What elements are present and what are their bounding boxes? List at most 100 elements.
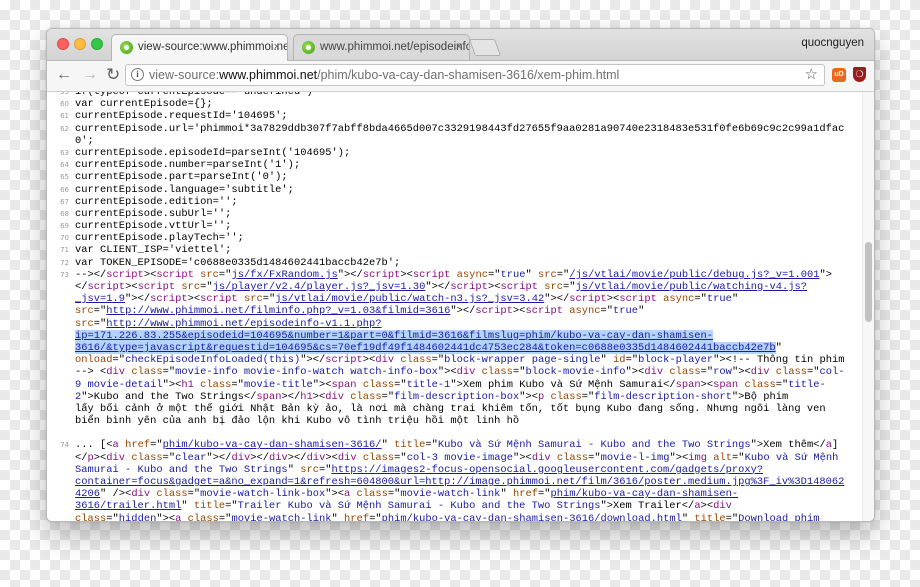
code-token: ">< xyxy=(731,366,751,379)
new-tab-button[interactable] xyxy=(468,39,502,56)
source-link[interactable]: container=focus&gadget=a&no_expand=1&ref… xyxy=(75,476,844,488)
source-line xyxy=(47,427,862,439)
ublock-extension-icon[interactable]: uD xyxy=(832,68,846,82)
tab-episodeinfo[interactable]: www.phimmoi.net/episodeinfo-v1.1.php × xyxy=(293,34,470,60)
code-token: div xyxy=(713,500,732,513)
code-token: currentEpisode.requestId='104695'; xyxy=(75,110,288,123)
code-token: class xyxy=(200,378,232,391)
line-code: src="http://www.phimmoi.net/episodeinfo-… xyxy=(75,318,382,330)
tab-view-source[interactable]: view-source:www.phimmoi.net/ × xyxy=(111,34,288,61)
code-token: span xyxy=(331,378,363,391)
bookmark-star-icon[interactable]: ☆ xyxy=(805,66,818,84)
code-token: span xyxy=(713,378,745,391)
minimize-window-button[interactable] xyxy=(74,38,86,50)
code-token: div xyxy=(269,451,288,464)
code-token: biển bình yên của anh bị đảo lộn khi Kub… xyxy=(75,415,520,428)
source-link[interactable]: js/fx/FxRandom.js xyxy=(231,269,337,281)
source-line: 70 currentEpisode.playTech=''; xyxy=(47,232,862,244)
source-link[interactable]: 4206 xyxy=(75,488,100,500)
code-token: 0'; xyxy=(75,134,94,147)
code-token: 9 movie-detail xyxy=(75,378,163,391)
line-code: _jsv=1.9"></script><script src="js/vtlai… xyxy=(75,293,738,305)
zoom-window-button[interactable] xyxy=(91,38,103,50)
address-bar[interactable]: i view-source:www.phimmoi.net/phim/kubo-… xyxy=(125,64,825,86)
code-token: script xyxy=(150,293,188,306)
code-token: class xyxy=(775,366,808,379)
code-token: movie-watch-link xyxy=(231,512,332,521)
code-token: ></ xyxy=(250,451,269,464)
line-code: currentEpisode.requestId='104695'; xyxy=(75,110,288,122)
source-link[interactable]: js/vtlai/movie/public/watching-v4.js? xyxy=(576,281,807,293)
source-link[interactable]: js/player/v2.4/player.js?_jsv=1.30 xyxy=(213,281,426,293)
code-token: hidden xyxy=(118,512,157,521)
tab-close-icon[interactable]: × xyxy=(456,35,462,60)
vertical-scrollbar[interactable] xyxy=(862,92,874,521)
source-line: 2">Kubo and the Two Strings</span></h1><… xyxy=(47,391,862,403)
source-line: 60 var currentEpisode={}; xyxy=(47,98,862,110)
reload-icon[interactable]: ↻ xyxy=(106,65,120,85)
code-token: " xyxy=(500,488,513,501)
source-link[interactable]: 3616/trailer.html xyxy=(75,500,181,512)
code-token: checkEpisodeInfoLoaded(this) xyxy=(125,354,301,367)
source-link[interactable]: https://images2-focus-opensocial.googleu… xyxy=(332,464,764,476)
code-token: =" xyxy=(425,439,438,452)
code-token: " xyxy=(381,439,395,452)
code-token: src xyxy=(544,281,564,293)
close-window-button[interactable] xyxy=(57,38,69,50)
source-link[interactable]: 3616/&type=javascript&requestid=104695&c… xyxy=(75,341,776,354)
code-token: >< xyxy=(187,293,201,306)
source-link[interactable]: phim/kubo-va-cay-dan-shamisen-3616/downl… xyxy=(382,513,682,521)
code-token: =" xyxy=(694,293,707,306)
code-token: =" xyxy=(231,378,244,391)
code-token: lấy bối cảnh ở một thế giới Nhật Bản kỳ … xyxy=(75,402,826,415)
line-number: 63 xyxy=(60,148,69,157)
code-token: h1 xyxy=(181,378,201,391)
code-token: href xyxy=(344,512,370,521)
source-link[interactable]: _jsv=1.9 xyxy=(75,293,125,305)
url-text[interactable]: view-source:www.phimmoi.net/phim/kubo-va… xyxy=(149,65,619,85)
code-token: movie-l-img xyxy=(600,451,670,464)
source-link[interactable]: phim/kubo-va-cay-dan-shamisen- xyxy=(551,488,739,500)
code-token: =" xyxy=(394,451,407,464)
code-token: =" xyxy=(318,463,332,476)
code-token: span xyxy=(675,378,701,391)
source-line: 66 currentEpisode.language='subtitle'; xyxy=(47,184,862,196)
code-token: =" xyxy=(162,366,176,379)
code-token: script xyxy=(500,281,545,293)
source-link[interactable]: phim/kubo-va-cay-dan-shamisen-3616/ xyxy=(163,439,382,451)
code-token: ] xyxy=(832,439,839,452)
shield-extension-icon[interactable]: ❍ xyxy=(853,67,866,82)
code-token: async xyxy=(569,305,601,318)
code-token: =" xyxy=(93,305,107,318)
code-token: =" xyxy=(262,293,276,306)
back-arrow-icon[interactable]: ← xyxy=(56,65,72,85)
code-token: =" xyxy=(556,268,570,281)
forward-arrow-icon[interactable]: → xyxy=(82,65,98,85)
code-token: ">Bộ phim xyxy=(731,390,789,403)
line-number: 71 xyxy=(60,246,69,255)
info-icon[interactable]: i xyxy=(131,68,144,81)
code-token: div xyxy=(131,488,157,501)
source-link[interactable]: /js/vtlai/movie/public/debug.js?_v=1.001 xyxy=(569,269,819,281)
code-token: class xyxy=(187,512,219,521)
scrollbar-thumb[interactable] xyxy=(865,242,872,322)
line-code: onload="checkEpisodeInfoLoaded(this)"></… xyxy=(75,354,845,366)
code-token: ">< xyxy=(312,378,332,391)
source-link[interactable]: js/vtlai/movie/public/watch-n3.js?_jsv=3… xyxy=(275,293,544,305)
code-token: "> xyxy=(819,268,833,281)
code-token: " xyxy=(287,463,301,476)
source-link[interactable]: http://www.phimmoi.net/episodeinfo-v1.1.… xyxy=(106,318,381,330)
source-line: 73 --></script><script src="js/fx/FxRando… xyxy=(47,269,862,281)
code-token: title xyxy=(694,512,726,521)
tab-close-icon[interactable]: × xyxy=(274,35,280,60)
profile-name[interactable]: quocnguyen xyxy=(801,37,864,49)
code-token: class xyxy=(362,451,395,464)
source-line: 64 currentEpisode.number=parseInt('1'); xyxy=(47,159,862,171)
code-token: div xyxy=(325,390,351,403)
source-link[interactable]: ip=171.226.83.255&episodeid=104695&numbe… xyxy=(75,329,714,342)
source-link[interactable]: http://www.phimmoi.net/filminfo.php?_v=1… xyxy=(106,305,450,317)
source-line: 62 currentEpisode.url='phimmoi*3a7829ddb3… xyxy=(47,123,862,135)
code-token: Kubo và Sứ Mệnh Samurai - Kubo and the T… xyxy=(437,439,751,452)
code-token: "></ xyxy=(450,305,476,318)
source-line: 0'; xyxy=(47,135,862,147)
